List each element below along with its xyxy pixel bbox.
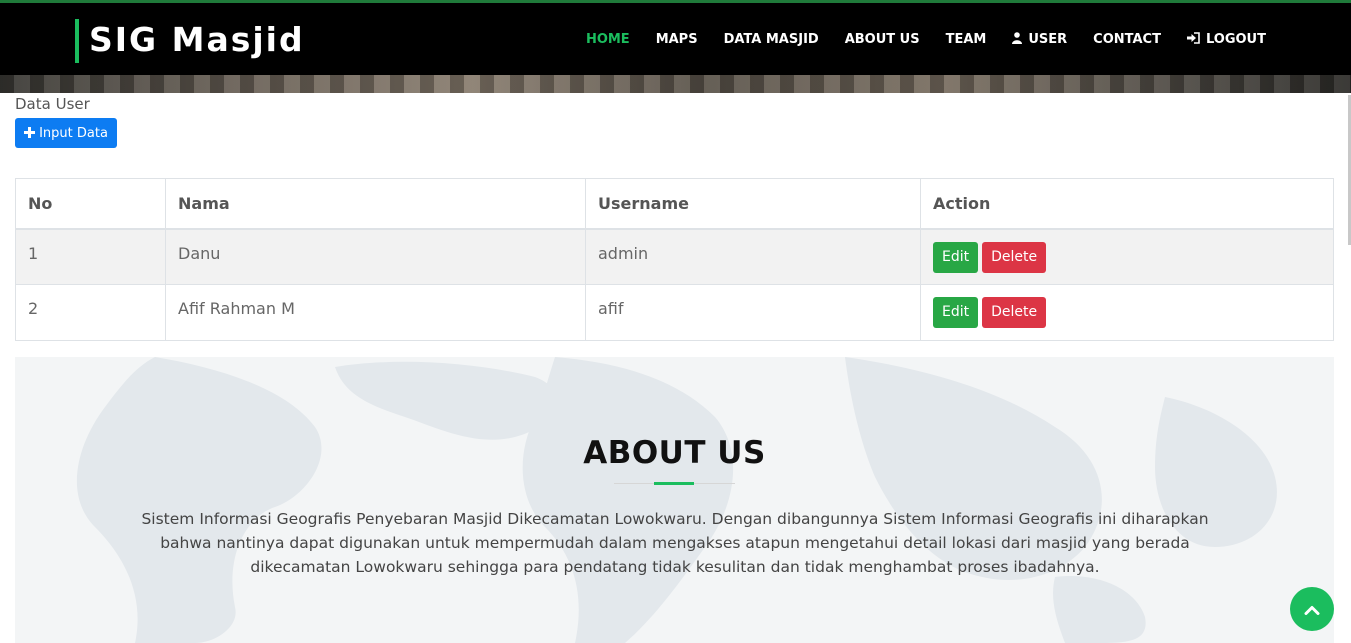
chevron-up-icon xyxy=(1304,600,1320,619)
navbar: SIG Masjid HOME MAPS DATA MASJID ABOUT U… xyxy=(0,0,1351,75)
nav-maps[interactable]: MAPS xyxy=(656,32,698,47)
cell-nama: Danu xyxy=(165,228,586,285)
brand-logo[interactable]: SIG Masjid xyxy=(75,19,305,63)
nav-user[interactable]: USER xyxy=(1012,32,1067,47)
nav-home[interactable]: HOME xyxy=(586,32,630,47)
nav-data-masjid-label: DATA MASJID xyxy=(723,31,819,47)
cell-no: 1 xyxy=(15,228,166,285)
logout-icon xyxy=(1186,31,1200,47)
back-to-top-button[interactable] xyxy=(1290,587,1334,631)
title-divider-accent xyxy=(654,482,694,485)
cell-no: 2 xyxy=(15,284,166,341)
nav-team[interactable]: TEAM xyxy=(946,32,987,47)
header-nama: Nama xyxy=(165,178,586,230)
input-data-label: Input Data xyxy=(39,125,108,141)
nav-about-us[interactable]: ABOUT US xyxy=(845,32,920,47)
header-no: No xyxy=(15,178,166,230)
cell-username: afif xyxy=(585,284,921,341)
cell-nama: Afif Rahman M xyxy=(165,284,586,341)
nav-contact[interactable]: CONTACT xyxy=(1093,32,1161,47)
input-data-button[interactable]: Input Data xyxy=(15,118,117,148)
cell-action: Edit Delete xyxy=(920,284,1334,341)
table-row: 1 Danu admin Edit Delete xyxy=(15,228,1334,285)
nav-contact-label: CONTACT xyxy=(1093,31,1161,47)
about-description: Sistem Informasi Geografis Penyebaran Ma… xyxy=(141,510,1209,576)
nav-maps-label: MAPS xyxy=(655,31,698,47)
world-map-background xyxy=(76,357,1277,643)
nav-logout[interactable]: LOGOUT xyxy=(1186,31,1266,47)
edit-button[interactable]: Edit xyxy=(933,297,979,328)
nav-logout-label: LOGOUT xyxy=(1205,31,1266,47)
table-row: 2 Afif Rahman M afif Edit Delete xyxy=(15,284,1334,341)
nav-team-label: TEAM xyxy=(945,31,987,47)
user-icon xyxy=(1012,31,1023,47)
user-table: No Nama Username Action 1 Danu admin Edi… xyxy=(15,178,1334,341)
edit-button[interactable]: Edit xyxy=(933,241,979,273)
header-username: Username xyxy=(585,178,921,230)
header-action: Action xyxy=(920,178,1334,230)
nav-menu: HOME MAPS DATA MASJID ABOUT US TEAM USER… xyxy=(560,3,1266,75)
about-title: ABOUT US xyxy=(583,435,766,471)
page-title: Data User xyxy=(15,95,90,113)
plus-icon xyxy=(24,124,36,142)
table-header-row: No Nama Username Action xyxy=(15,178,1334,230)
nav-user-label: USER xyxy=(1028,31,1068,47)
nav-about-us-label: ABOUT US xyxy=(844,31,920,47)
cell-action: Edit Delete xyxy=(920,228,1334,285)
about-section: ABOUT US Sistem Informasi Geografis Peny… xyxy=(15,357,1334,643)
nav-data-masjid[interactable]: DATA MASJID xyxy=(724,32,819,47)
delete-button[interactable]: Delete xyxy=(982,297,1047,328)
nav-home-label: HOME xyxy=(585,31,630,47)
delete-button[interactable]: Delete xyxy=(982,241,1047,273)
cell-username: admin xyxy=(585,228,921,285)
